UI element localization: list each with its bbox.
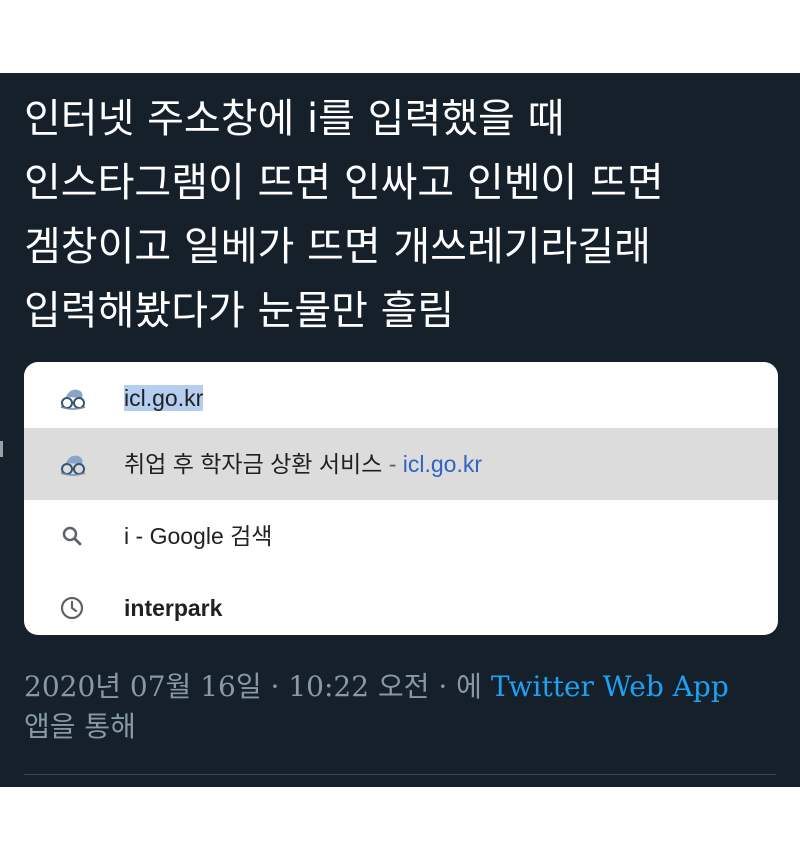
site-favicon-icon [60, 389, 86, 410]
history-clock-icon [60, 596, 84, 620]
site-title: 취업 후 학자금 상환 서비스 [124, 451, 383, 477]
suggestion-row-site[interactable]: 취업 후 학자금 상환 서비스 - icl.go.kr [24, 428, 778, 500]
autocomplete-highlight: icl.go.kr [124, 385, 204, 411]
site-url: icl.go.kr [402, 451, 483, 477]
meta-suffix: 앱을 통해 [24, 710, 136, 743]
divider [24, 774, 776, 775]
search-engine-text: Google 검색 [149, 523, 273, 549]
omnibox-dropdown: icl.go.kr 취업 후 학자금 상환 서비스 - icl.go.kr i … [24, 362, 778, 635]
search-icon [62, 526, 82, 546]
source-app-link[interactable]: Twitter Web App [491, 670, 729, 703]
tweet-date: 2020년 07월 16일 [24, 670, 262, 703]
separator: - [135, 523, 144, 549]
suggestion-label: icl.go.kr [124, 362, 204, 434]
edge-marker [0, 441, 3, 457]
meta-dot: · [438, 670, 448, 703]
suggestion-row-autocomplete[interactable]: icl.go.kr [24, 362, 778, 434]
meta-prefix: 에 [456, 670, 482, 703]
tweet-time: 10:22 오전 [288, 670, 430, 703]
history-text: interpark [124, 595, 223, 621]
tweet-meta: 2020년 07월 16일 · 10:22 오전 · 에 Twitter Web… [24, 667, 764, 747]
site-favicon-icon [60, 455, 86, 476]
suggestion-row-history[interactable]: interpark [24, 572, 778, 635]
suggestion-label: 취업 후 학자금 상환 서비스 - icl.go.kr [124, 428, 482, 500]
search-query: i [124, 523, 130, 549]
suggestion-label: i - Google 검색 [124, 500, 272, 572]
tweet-card: 인터넷 주소창에 i를 입력했을 때 인스타그램이 뜨면 인싸고 인벤이 뜨면 … [0, 73, 800, 787]
tweet-text: 인터넷 주소창에 i를 입력했을 때 인스타그램이 뜨면 인싸고 인벤이 뜨면 … [24, 96, 664, 334]
suggestion-row-search[interactable]: i - Google 검색 [24, 500, 778, 572]
separator: - [388, 451, 397, 477]
meta-dot: · [270, 670, 280, 703]
